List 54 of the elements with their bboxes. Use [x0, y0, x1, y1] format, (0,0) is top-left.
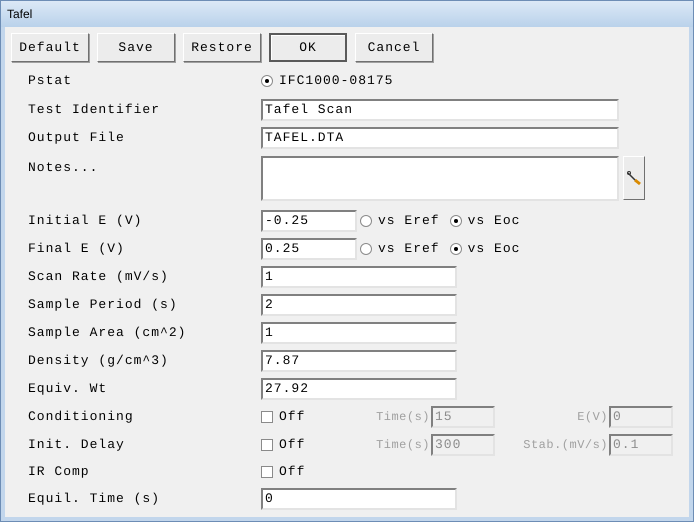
field-label: Sample Period (s) [28, 296, 179, 314]
checkbox[interactable] [261, 466, 273, 478]
radio-label: vs Eref [378, 212, 440, 230]
input-field[interactable]: 1 [261, 322, 457, 344]
checkbox[interactable] [261, 411, 273, 423]
checkbox[interactable] [261, 439, 273, 451]
field-label: Initial E (V) [28, 212, 144, 230]
radio-button[interactable] [360, 215, 372, 227]
field-label: Density (g/cm^3) [28, 352, 170, 370]
input-field[interactable]: 2 [261, 294, 457, 316]
field-label: E(V) [576, 409, 608, 426]
radio-button[interactable] [261, 75, 273, 87]
dialog-button[interactable]: Restore [183, 33, 261, 62]
field-label: Notes... [28, 159, 100, 177]
input-field[interactable]: 27.92 [261, 378, 457, 400]
radio-button[interactable] [450, 215, 462, 227]
dialog-button[interactable]: OK [269, 33, 347, 62]
notes-field[interactable] [261, 156, 619, 201]
checkbox-label: Off [279, 408, 306, 426]
checkbox-label: Off [279, 463, 306, 482]
edit-button[interactable] [623, 156, 645, 200]
input-field[interactable]: 1 [261, 266, 457, 288]
input-field[interactable]: Tafel Scan [261, 99, 619, 121]
radio-label: IFC1000-08175 [279, 72, 394, 90]
window-title: Tafel [7, 6, 32, 23]
field-label: Time(s) [375, 409, 430, 426]
input-field[interactable]: TAFEL.DTA [261, 127, 619, 149]
field-label: Pstat [28, 72, 74, 90]
radio-label: vs Eoc [468, 240, 520, 258]
pencil-icon [626, 170, 642, 186]
input-field[interactable]: 0 [261, 488, 457, 510]
checkbox-label: Off [279, 436, 306, 454]
field-label: Sample Area (cm^2) [28, 324, 188, 342]
dialog-button[interactable]: Cancel [355, 33, 433, 62]
radio-button[interactable] [360, 243, 372, 255]
input-field[interactable]: 7.87 [261, 350, 457, 372]
field-label: Stab.(mV/s) [522, 437, 608, 454]
field-label: Scan Rate (mV/s) [28, 268, 170, 286]
dialog-button[interactable]: Default [11, 33, 89, 62]
field-label: Output File [28, 129, 126, 148]
dialog-button[interactable]: Save [97, 33, 175, 62]
field-label: Equiv. Wt [28, 380, 108, 398]
field-label: Test Identifier [28, 101, 162, 120]
field-label: Conditioning [28, 408, 135, 426]
field-label: IR Comp [28, 463, 91, 482]
field-label: Time(s) [375, 437, 430, 454]
radio-button[interactable] [450, 243, 462, 255]
input-field[interactable]: 0.25 [261, 238, 357, 260]
field-label: Final E (V) [28, 240, 126, 258]
field-label: Equil. Time (s) [28, 490, 162, 508]
radio-label: vs Eref [378, 240, 440, 258]
radio-label: vs Eoc [468, 212, 520, 230]
input-field[interactable]: -0.25 [261, 210, 357, 232]
field-label: Init. Delay [28, 436, 126, 454]
